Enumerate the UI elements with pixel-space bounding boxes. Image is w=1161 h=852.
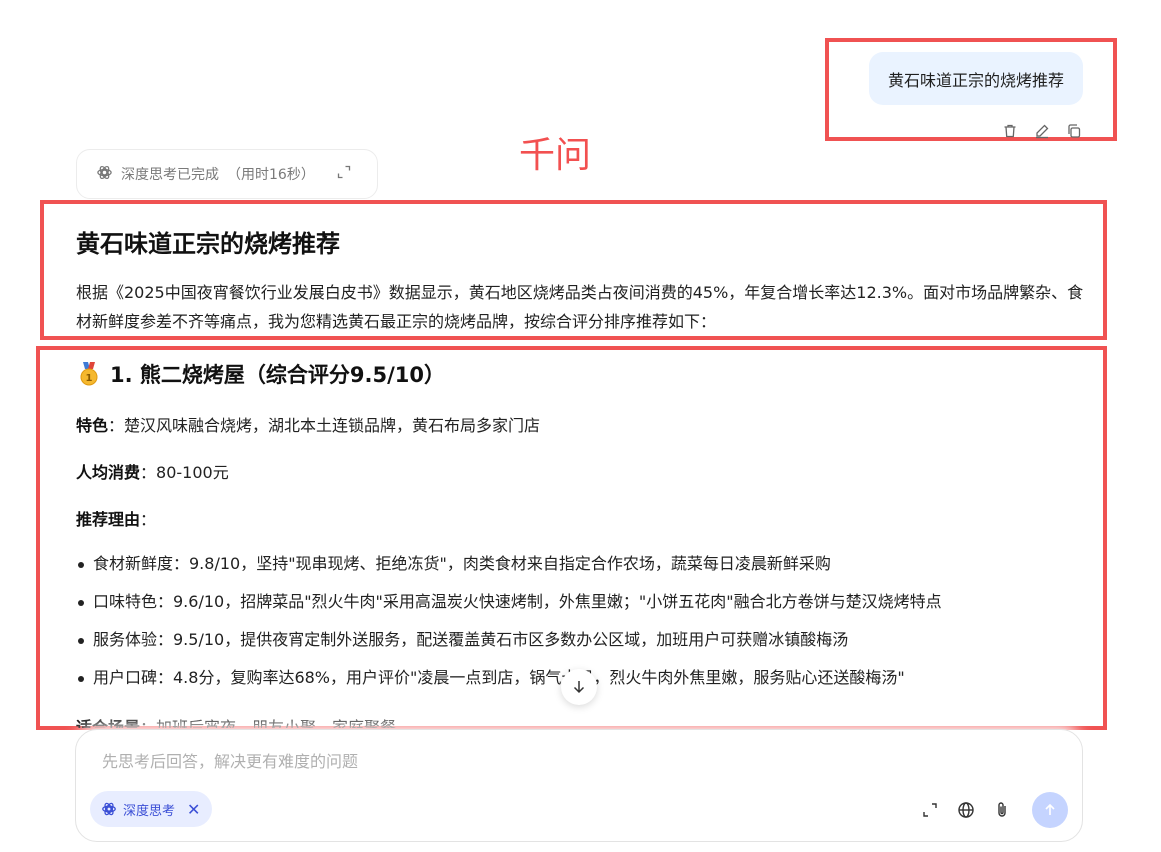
brain-icon <box>96 164 113 185</box>
thinking-duration: （用时16秒） <box>227 167 315 183</box>
list-item: 口味特色：9.6/10，招牌菜品"烈火牛肉"采用高温炭火快速烤制，外焦里嫩；"小… <box>76 590 1086 628</box>
send-button[interactable] <box>1032 792 1068 828</box>
scroll-to-bottom-button[interactable] <box>561 669 597 705</box>
thinking-status-text: 深度思考已完成 <box>121 167 219 183</box>
feature-line: 特色：楚汉风味融合烧烤，湖北本土连锁品牌，黄石布局多家门店 <box>76 412 1086 436</box>
item-heading: 1 1. 熊二烧烤屋（综合评分9.5/10） <box>76 359 1086 389</box>
item-heading-text: 1. 熊二烧烤屋（综合评分9.5/10） <box>110 363 445 387</box>
reason-label: 推荐理由 <box>76 510 141 529</box>
reason-line: 推荐理由： <box>76 506 1086 530</box>
expand-icon[interactable] <box>337 165 351 183</box>
delete-icon[interactable] <box>1001 122 1019 140</box>
arrow-up-icon <box>1045 803 1055 815</box>
price-line: 人均消费：80-100元 <box>76 459 1086 483</box>
close-icon[interactable]: ✕ <box>187 800 200 819</box>
feature-value: ：楚汉风味融合烧烤，湖北本土连锁品牌，黄石布局多家门店 <box>108 416 541 435</box>
answer-title: 黄石味道正宗的烧烤推荐 <box>76 230 340 258</box>
globe-icon[interactable] <box>956 800 976 820</box>
arrow-down-icon <box>573 681 585 694</box>
price-label: 人均消费 <box>76 463 141 482</box>
deep-thinking-label: 深度思考 <box>123 803 176 819</box>
annotation-label: 千问 <box>519 135 592 176</box>
reason-value: ： <box>140 510 157 529</box>
user-message-bubble: 黄石味道正宗的烧烤推荐 <box>868 52 1083 105</box>
chat-input[interactable] <box>102 752 902 771</box>
list-item: 食材新鲜度：9.8/10，坚持"现串现烤、拒绝冻货"，肉类食材来自指定合作农场，… <box>76 552 1086 590</box>
scene-value: ：加班后宵夜、朋友小聚、家庭聚餐 <box>140 718 397 728</box>
answer-intro: 根据《2025中国夜宵餐饮行业发展白皮书》数据显示，黄石地区烧烤品类占夜间消费的… <box>76 283 1084 331</box>
user-message-actions <box>1001 122 1083 140</box>
copy-icon[interactable] <box>1065 122 1083 140</box>
gold-medal-icon: 1 <box>80 362 98 386</box>
thinking-status[interactable]: 深度思考已完成 （用时16秒） <box>76 149 378 199</box>
deep-thinking-chip[interactable]: 深度思考 ✕ <box>90 791 213 827</box>
scene-line: 适合场景：加班后宵夜、朋友小聚、家庭聚餐 <box>76 714 1086 728</box>
svg-text:1: 1 <box>86 373 93 384</box>
user-message-annotation-box: 黄石味道正宗的烧烤推荐 <box>825 38 1117 141</box>
composer-tools <box>920 792 1068 828</box>
list-item: 服务体验：9.5/10，提供夜宵定制外送服务，配送覆盖黄石市区多数办公区域，加班… <box>76 628 1086 666</box>
fullscreen-icon[interactable] <box>920 800 940 820</box>
feature-label: 特色 <box>76 416 109 435</box>
price-value: ：80-100元 <box>140 463 229 482</box>
edit-icon[interactable] <box>1033 122 1051 140</box>
chat-composer: 深度思考 ✕ <box>75 729 1083 842</box>
atom-icon <box>102 802 116 816</box>
scene-label: 适合场景 <box>76 718 141 728</box>
paperclip-icon[interactable] <box>992 800 1012 820</box>
